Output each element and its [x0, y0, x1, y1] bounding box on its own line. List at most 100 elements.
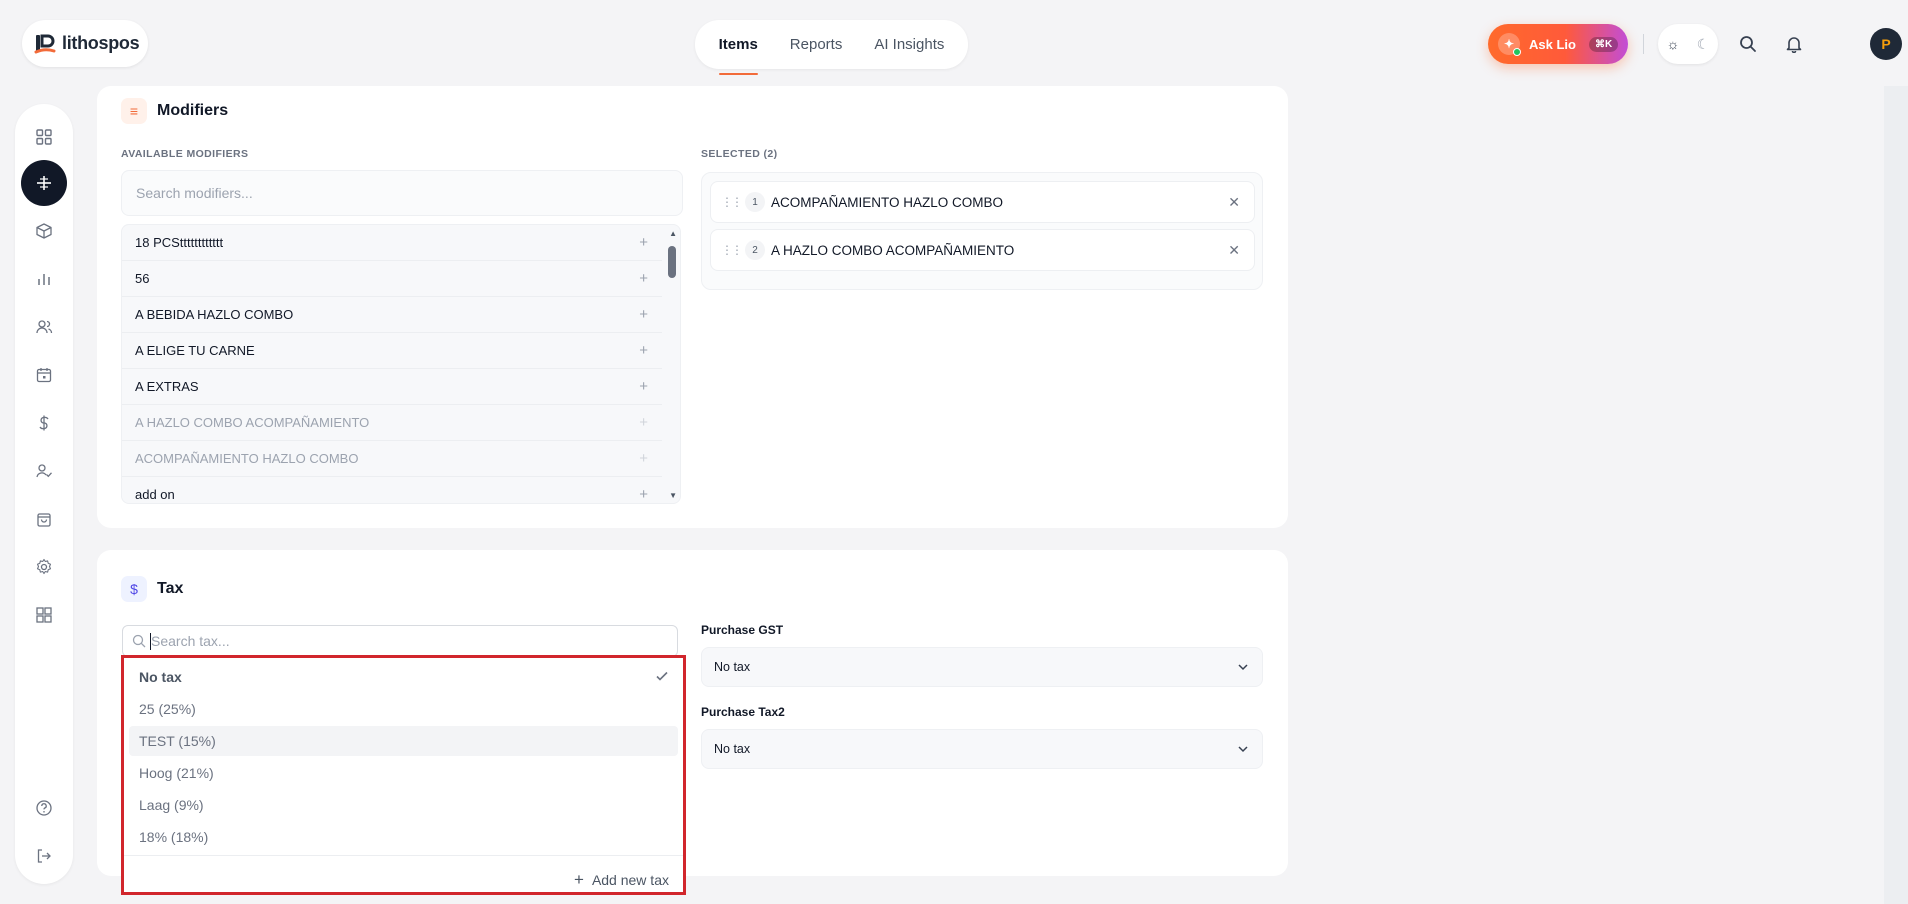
tax-option[interactable]: 18% (18%)	[129, 822, 678, 852]
plus-icon[interactable]: +	[639, 342, 648, 359]
purchase-tax2-select[interactable]: No tax	[701, 729, 1263, 769]
tab-reports[interactable]: Reports	[790, 20, 843, 69]
tax-title: Tax	[157, 580, 184, 597]
brand-logo[interactable]: lithospos	[22, 20, 148, 67]
chevron-down-icon	[1238, 746, 1248, 753]
tax-option-label: 25 (25%)	[139, 701, 196, 717]
modifier-search-input[interactable]: Search modifiers...	[121, 170, 683, 216]
tax-search-placeholder: Search tax...	[151, 633, 230, 649]
remove-icon[interactable]: ✕	[1228, 242, 1240, 259]
brand-name: lithospos	[62, 33, 140, 53]
plus-icon[interactable]: +	[639, 378, 648, 395]
tax-option[interactable]: No tax	[129, 662, 678, 692]
help-icon[interactable]	[21, 785, 67, 831]
tax-option[interactable]: Laag (9%)	[129, 790, 678, 820]
list-item[interactable]: A ELIGE TU CARNE +	[122, 333, 662, 369]
list-icon: ≡	[121, 98, 147, 124]
purchase-gst-label: Purchase GST	[701, 623, 784, 637]
pos-icon[interactable]	[21, 160, 67, 206]
modifier-name: A HAZLO COMBO ACOMPAÑAMIENTO	[135, 415, 370, 430]
gear-icon[interactable]	[21, 544, 67, 590]
plus-icon[interactable]: +	[639, 486, 648, 503]
tax-option-label: Laag (9%)	[139, 797, 204, 813]
selected-modifier-row[interactable]: ⋮⋮ 2 A HAZLO COMBO ACOMPAÑAMIENTO ✕	[710, 229, 1255, 271]
scroll-up-arrow-icon[interactable]: ▲	[669, 229, 677, 238]
theme-toggle[interactable]: ☼ ☾	[1658, 24, 1718, 64]
box-icon[interactable]	[21, 208, 67, 254]
apps-icon[interactable]	[21, 592, 67, 638]
header-divider	[1643, 34, 1644, 54]
top-navigation: Items Reports AI Insights	[695, 20, 968, 75]
tab-ai-insights[interactable]: AI Insights	[874, 20, 944, 69]
modifier-name: A ELIGE TU CARNE	[135, 343, 255, 358]
selected-modifier-name: A HAZLO COMBO ACOMPAÑAMIENTO	[771, 242, 1015, 258]
selected-modifiers-label: SELECTED (2)	[701, 148, 778, 160]
sun-icon[interactable]: ☼	[1667, 36, 1680, 52]
header-tools: ✦ Ask Lio ⌘K ☼ ☾ P	[1488, 20, 1908, 69]
available-modifiers-list[interactable]: 18 PCStttttttttttt + 56 + A BEBIDA HAZLO C…	[121, 224, 681, 504]
plus-icon[interactable]: +	[639, 270, 648, 287]
ask-lio-button[interactable]: ✦ Ask Lio ⌘K	[1488, 24, 1628, 64]
modifiers-header: ≡ Modifiers	[121, 98, 228, 124]
dollar-icon[interactable]	[21, 400, 67, 446]
list-item[interactable]: 18 PCStttttttttttt +	[122, 225, 662, 261]
sparkle-icon: ✦	[1498, 33, 1521, 56]
position-badge: 1	[745, 192, 765, 212]
tax-options-dropdown: No tax 25 (25%) TEST (15%) Hoog (21%) La…	[121, 655, 686, 895]
plus-icon: +	[574, 870, 584, 889]
sidebar	[15, 104, 73, 884]
search-icon[interactable]	[1736, 32, 1760, 56]
list-item[interactable]: 56 +	[122, 261, 662, 297]
moon-icon[interactable]: ☾	[1697, 36, 1710, 53]
calendar-icon[interactable]	[21, 352, 67, 398]
users-icon[interactable]	[21, 304, 67, 350]
user-check-icon[interactable]	[21, 448, 67, 494]
purchase-gst-value: No tax	[714, 660, 751, 674]
page-scroll-track[interactable]	[1884, 86, 1908, 904]
plus-icon[interactable]: +	[639, 306, 648, 323]
purchase-gst-select[interactable]: No tax	[701, 647, 1263, 687]
tax-option[interactable]: 25 (25%)	[129, 694, 678, 724]
tab-items[interactable]: Items	[718, 20, 758, 75]
drag-handle-icon[interactable]: ⋮⋮	[721, 195, 743, 209]
dashboard-icon[interactable]	[21, 114, 67, 160]
tax-search-input[interactable]: Search tax...	[122, 625, 678, 657]
selected-modifiers-list: ⋮⋮ 1 ACOMPAÑAMIENTO HAZLO COMBO ✕ ⋮⋮ 2 A…	[701, 172, 1263, 290]
available-modifiers-label: AVAILABLE MODIFIERS	[121, 148, 249, 160]
selected-modifier-row[interactable]: ⋮⋮ 1 ACOMPAÑAMIENTO HAZLO COMBO ✕	[710, 181, 1255, 223]
ask-lio-label: Ask Lio	[1529, 36, 1576, 52]
ask-lio-shortcut: ⌘K	[1588, 36, 1619, 52]
modifiers-card: ≡ Modifiers AVAILABLE MODIFIERS SELECTED…	[97, 86, 1288, 528]
tax-card: $ Tax Search tax... No tax 25 (25%) TEST…	[97, 550, 1288, 895]
list-item[interactable]: A EXTRAS +	[122, 369, 662, 405]
scrollbar-thumb[interactable]	[668, 246, 676, 278]
list-item[interactable]: A BEBIDA HAZLO COMBO +	[122, 297, 662, 333]
plus-icon[interactable]: +	[639, 234, 648, 251]
dollar-icon: $	[121, 576, 147, 602]
bell-icon[interactable]	[1782, 32, 1806, 56]
list-item: ACOMPAÑAMIENTO HAZLO COMBO +	[122, 441, 662, 477]
tax-option[interactable]: TEST (15%)	[129, 726, 678, 756]
tax-option-label: TEST (15%)	[139, 733, 216, 749]
avatar-initial: P	[1881, 36, 1891, 52]
remove-icon[interactable]: ✕	[1228, 194, 1240, 211]
modifier-name: 18 PCStttttttttttt	[135, 235, 224, 250]
chart-icon[interactable]	[21, 256, 67, 302]
position-badge: 2	[745, 240, 765, 260]
drag-handle-icon[interactable]: ⋮⋮	[721, 243, 743, 257]
tax-option-label: Hoog (21%)	[139, 765, 214, 781]
purchase-tax2-label: Purchase Tax2	[701, 705, 785, 719]
modifiers-title: Modifiers	[157, 102, 229, 119]
logout-icon[interactable]	[21, 833, 67, 879]
list-item[interactable]: add on +	[122, 477, 662, 503]
scroll-down-arrow-icon[interactable]: ▼	[669, 491, 677, 500]
text-cursor	[150, 633, 151, 650]
add-new-tax-button[interactable]: + Add new tax	[574, 870, 669, 890]
tax-header: $ Tax	[121, 576, 183, 602]
tax-option-label: 18% (18%)	[139, 829, 209, 845]
tax-option[interactable]: Hoog (21%)	[129, 758, 678, 788]
dropdown-divider	[124, 855, 683, 856]
user-avatar[interactable]: P	[1870, 28, 1902, 60]
bag-icon[interactable]	[21, 496, 67, 542]
modifier-name: A BEBIDA HAZLO COMBO	[135, 307, 294, 322]
